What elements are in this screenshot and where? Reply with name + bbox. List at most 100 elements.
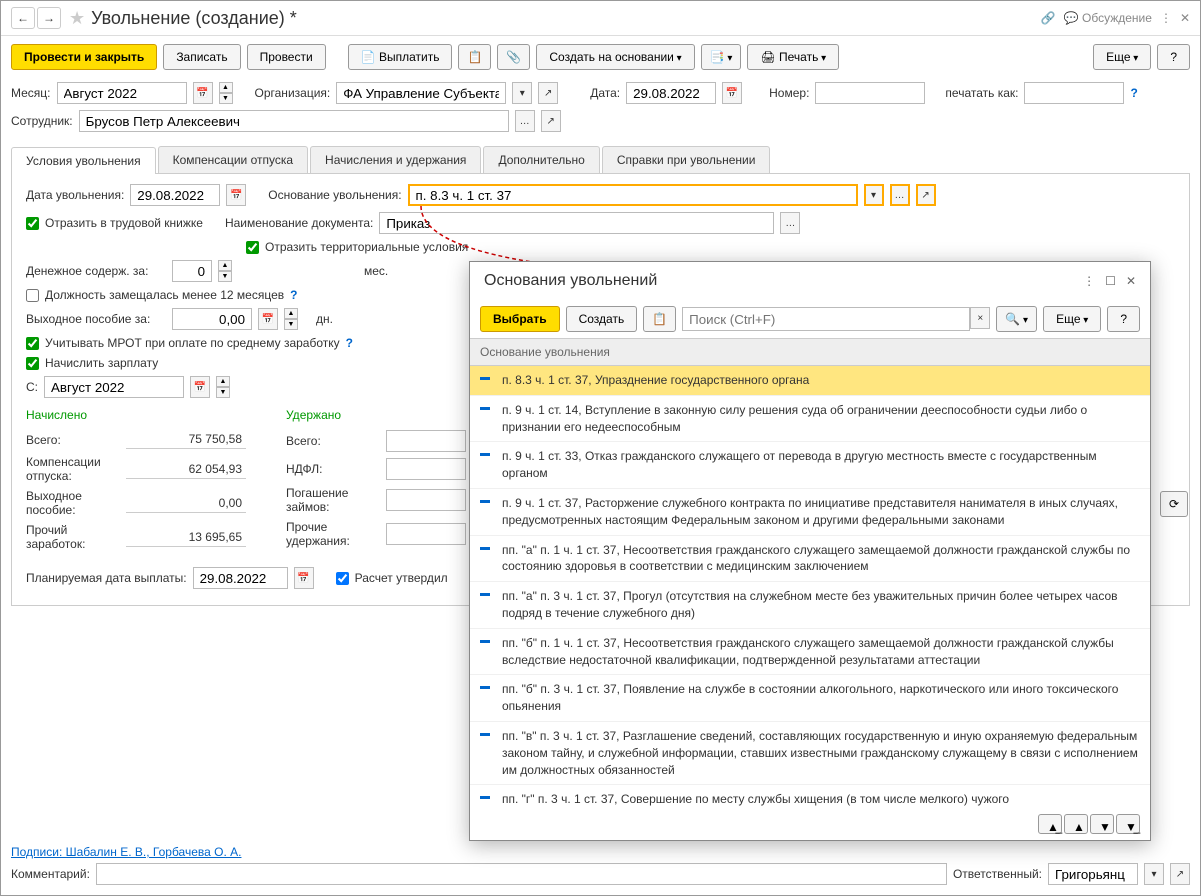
comment-input[interactable] bbox=[96, 863, 947, 885]
tab-vacation-comp[interactable]: Компенсации отпуска bbox=[158, 146, 308, 173]
planned-date-calendar-icon[interactable]: 📅 bbox=[294, 567, 314, 589]
post-button[interactable]: Провести bbox=[247, 44, 326, 70]
popup-create-button[interactable]: Создать bbox=[566, 306, 638, 332]
post-and-close-button[interactable]: Провести и закрыть bbox=[11, 44, 157, 70]
position-help-icon[interactable]: ? bbox=[290, 288, 297, 302]
total-withheld-input[interactable] bbox=[386, 430, 466, 452]
org-open-icon[interactable]: ↗ bbox=[538, 82, 558, 104]
print-as-input[interactable] bbox=[1024, 82, 1124, 104]
attach-icon-button[interactable]: 📎 bbox=[497, 44, 530, 70]
reason-dropdown-icon[interactable]: ▾ bbox=[864, 184, 884, 206]
popup-item[interactable]: ▬п. 8.3 ч. 1 ст. 37, Упразднение государ… bbox=[470, 366, 1150, 396]
reason-select-icon[interactable]: … bbox=[890, 184, 910, 206]
discuss-icon[interactable]: 💬 Обсуждение bbox=[1064, 11, 1152, 25]
salary-checkbox[interactable] bbox=[26, 357, 39, 370]
territorial-checkbox[interactable] bbox=[246, 241, 259, 254]
more-button[interactable]: Еще bbox=[1093, 44, 1151, 70]
doc-name-select-icon[interactable]: … bbox=[780, 212, 800, 234]
employee-input[interactable] bbox=[79, 110, 509, 132]
month-up[interactable]: ▲ bbox=[219, 82, 233, 93]
popup-copy-icon-button[interactable]: 📋 bbox=[643, 306, 676, 332]
popup-item[interactable]: ▬пп. "в" п. 3 ч. 1 ст. 37, Разглашение с… bbox=[470, 722, 1150, 785]
popup-maximize-icon[interactable]: ☐ bbox=[1105, 274, 1116, 288]
popup-item[interactable]: ▬пп. "б" п. 3 ч. 1 ст. 37, Появление на … bbox=[470, 675, 1150, 722]
create-based-button[interactable]: Создать на основании bbox=[536, 44, 694, 70]
popup-nav-down-icon[interactable]: ▼ bbox=[1090, 814, 1114, 834]
month-down[interactable]: ▼ bbox=[219, 93, 233, 104]
popup-search-icon-button[interactable]: 🔍 bbox=[996, 306, 1037, 332]
popup-help-button[interactable]: ? bbox=[1107, 306, 1140, 332]
responsible-input[interactable] bbox=[1048, 863, 1138, 885]
more-icon[interactable]: ⋮ bbox=[1160, 11, 1172, 25]
popup-item[interactable]: ▬п. 9 ч. 1 ст. 37, Расторжение служебног… bbox=[470, 489, 1150, 536]
dismissal-date-input[interactable] bbox=[130, 184, 220, 206]
position-checkbox[interactable] bbox=[26, 289, 39, 302]
other-withhold-input[interactable] bbox=[386, 523, 466, 545]
from-down[interactable]: ▼ bbox=[216, 387, 230, 398]
loans-input[interactable] bbox=[386, 489, 466, 511]
responsible-dropdown-icon[interactable]: ▾ bbox=[1144, 863, 1164, 885]
approved-checkbox[interactable] bbox=[336, 572, 349, 585]
tab-conditions[interactable]: Условия увольнения bbox=[11, 147, 156, 174]
print-button[interactable]: 🖨 Печать bbox=[747, 44, 839, 70]
popup-item[interactable]: ▬п. 9 ч. 1 ст. 33, Отказ гражданского сл… bbox=[470, 442, 1150, 489]
date-calendar-icon[interactable]: 📅 bbox=[722, 82, 742, 104]
date-input[interactable] bbox=[626, 82, 716, 104]
severance-input[interactable] bbox=[172, 308, 252, 330]
from-up[interactable]: ▲ bbox=[216, 376, 230, 387]
popup-close-icon[interactable]: ✕ bbox=[1126, 274, 1136, 288]
list-icon-button[interactable]: 📋 bbox=[458, 44, 491, 70]
popup-nav-last-icon[interactable]: ▼̲ bbox=[1116, 814, 1140, 834]
popup-item[interactable]: ▬пп. "а" п. 3 ч. 1 ст. 37, Прогул (отсут… bbox=[470, 582, 1150, 629]
money-down[interactable]: ▼ bbox=[218, 271, 232, 282]
popup-item[interactable]: ▬п. 9 ч. 1 ст. 14, Вступление в законную… bbox=[470, 396, 1150, 443]
write-button[interactable]: Записать bbox=[163, 44, 240, 70]
tab-additional[interactable]: Дополнительно bbox=[483, 146, 599, 173]
tab-references[interactable]: Справки при увольнении bbox=[602, 146, 771, 173]
forward-button[interactable]: → bbox=[37, 7, 61, 29]
pay-button[interactable]: 📄 Выплатить bbox=[348, 44, 453, 70]
popup-nav-up-icon[interactable]: ▲ bbox=[1064, 814, 1088, 834]
back-button[interactable]: ← bbox=[11, 7, 35, 29]
mrot-help-icon[interactable]: ? bbox=[346, 336, 353, 350]
tab-accruals[interactable]: Начисления и удержания bbox=[310, 146, 481, 173]
from-calendar-icon[interactable]: 📅 bbox=[190, 376, 210, 398]
popup-menu-icon[interactable]: ⋮ bbox=[1083, 274, 1095, 288]
responsible-open-icon[interactable]: ↗ bbox=[1170, 863, 1190, 885]
close-icon[interactable]: ✕ bbox=[1180, 11, 1190, 25]
calendar-icon[interactable]: 📅 bbox=[193, 82, 213, 104]
print-as-help-icon[interactable]: ? bbox=[1130, 86, 1137, 100]
org-select-icon[interactable]: ▾ bbox=[512, 82, 532, 104]
workbook-checkbox[interactable] bbox=[26, 217, 39, 230]
employee-open-icon[interactable]: ↗ bbox=[541, 110, 561, 132]
money-up[interactable]: ▲ bbox=[218, 260, 232, 271]
popup-more-button[interactable]: Еще bbox=[1043, 306, 1101, 332]
severance-down[interactable]: ▼ bbox=[284, 319, 298, 330]
ndfl-input[interactable] bbox=[386, 458, 466, 480]
popup-item[interactable]: ▬пп. "б" п. 1 ч. 1 ст. 37, Несоответстви… bbox=[470, 629, 1150, 676]
employee-select-icon[interactable]: … bbox=[515, 110, 535, 132]
severance-up[interactable]: ▲ bbox=[284, 308, 298, 319]
popup-item[interactable]: ▬пп. "а" п. 1 ч. 1 ст. 37, Несоответстви… bbox=[470, 536, 1150, 583]
month-input[interactable] bbox=[57, 82, 187, 104]
org-input[interactable] bbox=[336, 82, 506, 104]
help-button[interactable]: ? bbox=[1157, 44, 1190, 70]
from-input[interactable] bbox=[44, 376, 184, 398]
reason-open-icon[interactable]: ↗ bbox=[916, 184, 936, 206]
mrot-checkbox[interactable] bbox=[26, 337, 39, 350]
popup-search-input[interactable] bbox=[682, 307, 970, 331]
signatures-link[interactable]: Подписи: Шабалин Е. В., Горбачева О. А. bbox=[11, 845, 241, 859]
dismissal-date-calendar-icon[interactable]: 📅 bbox=[226, 184, 246, 206]
planned-date-input[interactable] bbox=[193, 567, 288, 589]
severance-calc-icon[interactable]: 📅 bbox=[258, 308, 278, 330]
number-input[interactable] bbox=[815, 82, 925, 104]
favorite-star-icon[interactable]: ★ bbox=[69, 8, 85, 29]
popup-item[interactable]: ▬пп. "г" п. 3 ч. 1 ст. 37, Совершение по… bbox=[470, 785, 1150, 806]
copy-icon-button[interactable]: 📑 bbox=[701, 44, 742, 70]
money-input[interactable] bbox=[172, 260, 212, 282]
refresh-icon-button[interactable]: ⟳ bbox=[1160, 491, 1188, 517]
popup-select-button[interactable]: Выбрать bbox=[480, 306, 560, 332]
popup-nav-first-icon[interactable]: ▲̲ bbox=[1038, 814, 1062, 834]
link-icon[interactable]: 🔗 bbox=[1041, 11, 1056, 25]
doc-name-input[interactable] bbox=[379, 212, 774, 234]
